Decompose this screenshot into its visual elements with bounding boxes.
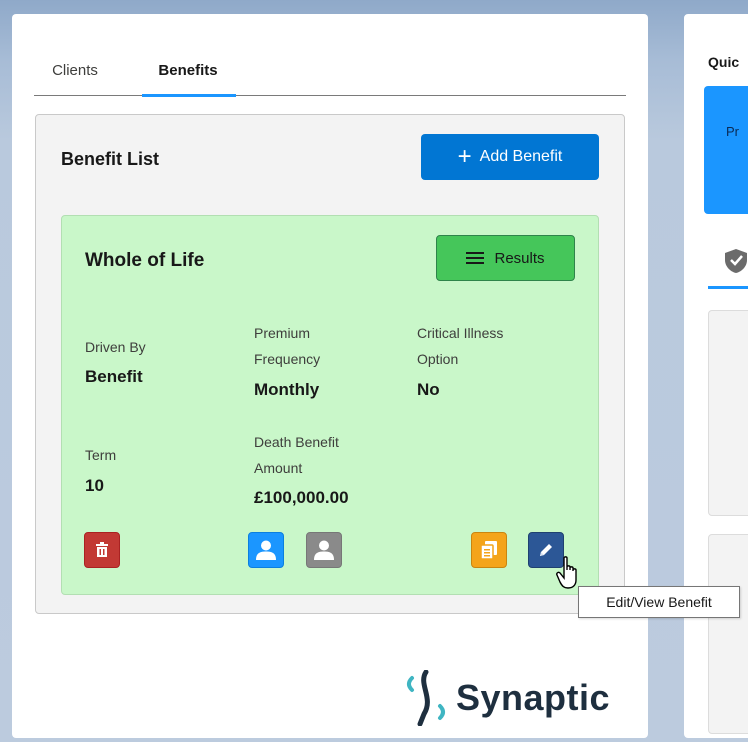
list-icon xyxy=(466,251,485,265)
quick-panel-tab-underline xyxy=(708,286,748,289)
quick-panel-title: Quic xyxy=(708,54,740,70)
premium-frequency-label-2: Frequency xyxy=(254,351,321,367)
driven-by-label: Driven By xyxy=(85,339,146,355)
shield-icon xyxy=(725,249,747,273)
quick-panel-blue-box-text: Pr xyxy=(726,124,739,139)
add-benefit-button[interactable]: + Add Benefit xyxy=(421,134,599,180)
quick-panel-card-2 xyxy=(708,534,748,734)
premium-frequency-value: Monthly xyxy=(254,380,320,399)
delete-button[interactable] xyxy=(84,532,120,568)
synaptic-logo: Synaptic xyxy=(404,670,610,726)
person-icon xyxy=(256,540,276,560)
pencil-icon xyxy=(540,544,552,556)
premium-frequency-label-1: Premium xyxy=(254,325,311,341)
critical-illness-label-1: Critical Illness xyxy=(417,325,504,341)
benefit-card-title: Whole of Life xyxy=(85,250,205,271)
results-label: Results xyxy=(494,249,545,267)
synaptic-logo-text: Synaptic xyxy=(456,677,611,718)
critical-illness-value: No xyxy=(417,380,440,399)
trash-icon xyxy=(96,542,108,557)
benefit-list-section: Benefit List + Add Benefit Whole of Life… xyxy=(35,114,625,614)
synaptic-logo-icon xyxy=(407,670,445,726)
term-value: 10 xyxy=(85,476,104,495)
death-benefit-label-2: Amount xyxy=(254,460,303,476)
copy-icon xyxy=(481,541,497,559)
tab-benefits[interactable]: Benefits xyxy=(136,60,240,97)
driven-by-value: Benefit xyxy=(85,367,143,386)
copy-button[interactable] xyxy=(471,532,507,568)
term-label: Term xyxy=(85,447,117,463)
edit-view-benefit-tooltip: Edit/View Benefit xyxy=(578,586,740,618)
results-button[interactable]: Results xyxy=(436,235,575,281)
person-button-primary[interactable] xyxy=(248,532,284,568)
death-benefit-value: £100,000.00 xyxy=(254,488,349,507)
benefit-list-title: Benefit List xyxy=(61,149,160,169)
quick-panel-blue-box: Pr xyxy=(704,86,748,214)
add-benefit-label: Add Benefit xyxy=(479,148,563,165)
benefits-panel: Clients Benefits Benefit List + Add Bene… xyxy=(12,14,648,738)
quick-panel: Quic Pr xyxy=(684,14,748,738)
person-icon xyxy=(314,540,334,560)
benefit-card: Whole of Life Results Driven By Benefit … xyxy=(61,215,599,595)
tab-clients[interactable]: Clients xyxy=(48,60,102,96)
tab-bar: Clients Benefits xyxy=(34,60,626,97)
critical-illness-label-2: Option xyxy=(417,351,459,367)
plus-icon: + xyxy=(457,143,472,170)
quick-panel-card-1 xyxy=(708,310,748,516)
person-button-secondary[interactable] xyxy=(306,532,342,568)
death-benefit-label-1: Death Benefit xyxy=(254,434,339,450)
